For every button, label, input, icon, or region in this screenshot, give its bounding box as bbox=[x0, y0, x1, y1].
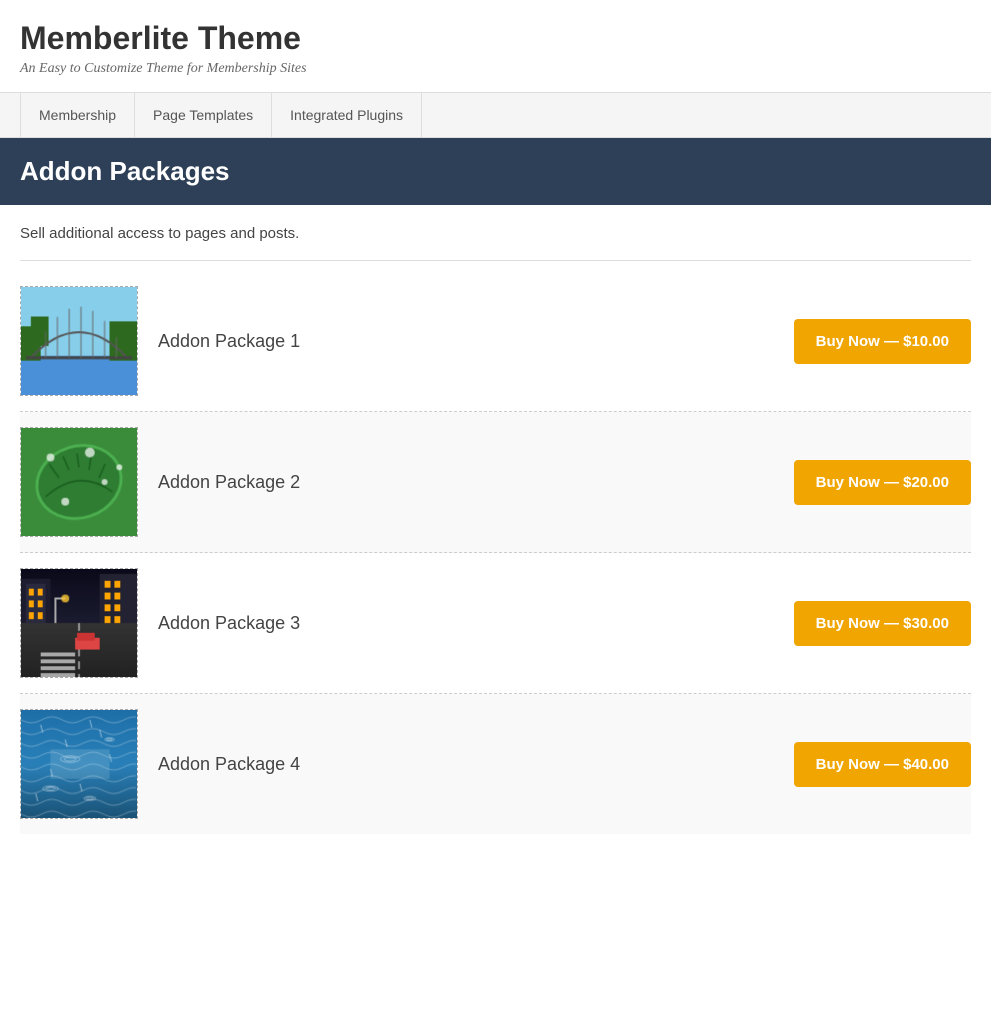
package-name-4: Addon Package 4 bbox=[158, 754, 794, 775]
content-divider bbox=[20, 260, 971, 261]
buy-button-1[interactable]: Buy Now — $10.00 bbox=[794, 319, 971, 364]
package-row: Addon Package 4Buy Now — $40.00 bbox=[20, 694, 971, 834]
buy-button-2[interactable]: Buy Now — $20.00 bbox=[794, 460, 971, 505]
main-nav: Membership Page Templates Integrated Plu… bbox=[0, 92, 991, 138]
site-title: Memberlite Theme bbox=[20, 20, 971, 57]
package-row: Addon Package 2Buy Now — $20.00 bbox=[20, 412, 971, 553]
package-name-1: Addon Package 1 bbox=[158, 331, 794, 352]
nav-tab-membership[interactable]: Membership bbox=[20, 93, 135, 137]
package-image-1 bbox=[20, 286, 138, 396]
package-image-3 bbox=[20, 568, 138, 678]
package-row: Addon Package 1Buy Now — $10.00 bbox=[20, 271, 971, 412]
package-image-4 bbox=[20, 709, 138, 819]
package-image-2 bbox=[20, 427, 138, 537]
site-header: Memberlite Theme An Easy to Customize Th… bbox=[0, 0, 991, 92]
page-banner: Addon Packages bbox=[0, 138, 991, 205]
buy-button-3[interactable]: Buy Now — $30.00 bbox=[794, 601, 971, 646]
nav-tab-page-templates[interactable]: Page Templates bbox=[135, 93, 272, 137]
nav-tab-integrated-plugins[interactable]: Integrated Plugins bbox=[272, 93, 422, 137]
packages-container: Addon Package 1Buy Now — $10.00Addon Pac… bbox=[20, 271, 971, 834]
package-name-3: Addon Package 3 bbox=[158, 613, 794, 634]
banner-title: Addon Packages bbox=[20, 156, 971, 187]
package-name-2: Addon Package 2 bbox=[158, 472, 794, 493]
page-description: Sell additional access to pages and post… bbox=[20, 225, 971, 242]
package-row: Addon Package 3Buy Now — $30.00 bbox=[20, 553, 971, 694]
site-tagline: An Easy to Customize Theme for Membershi… bbox=[20, 61, 971, 77]
buy-button-4[interactable]: Buy Now — $40.00 bbox=[794, 742, 971, 787]
content-area: Sell additional access to pages and post… bbox=[0, 205, 991, 834]
